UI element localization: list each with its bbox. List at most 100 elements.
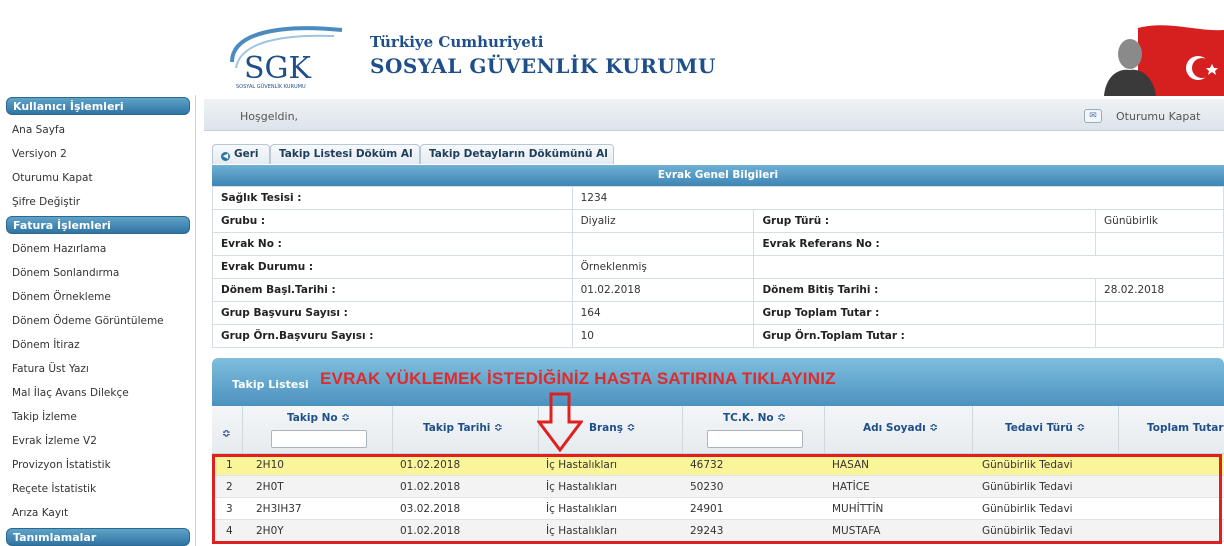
tck-no-cell: 46732 (690, 459, 724, 471)
tck-no-cell: 50230 (690, 481, 724, 493)
sgk-logo: SGK SOSYAL GÜVENLİK KURUMU (230, 26, 343, 90)
sidebar-item-mal-ilac-avans[interactable]: Mal İlaç Avans Dilekçe (12, 387, 129, 399)
takip-no-filter-input[interactable] (271, 430, 367, 448)
column-adi-soyadi-label[interactable]: Adı Soyadı ≎ (863, 422, 938, 434)
table-row[interactable]: 4 2H0Y 01.02.2018 İç Hastalıkları 29243 … (212, 520, 1224, 542)
sidebar-item-provizyon-istatistik[interactable]: Provizyon İstatistik (12, 459, 111, 471)
column-toplam-tutar: Toplam Tutar (1118, 406, 1224, 454)
takip-list-header: Takip Listesi EVRAK YÜKLEMEK İSTEDİĞİNİZ… (212, 358, 1224, 406)
table-row[interactable]: 1 2H10 01.02.2018 İç Hastalıkları 46732 … (212, 454, 1224, 476)
row-number: 3 (226, 503, 233, 515)
donem-baslangic-label: Dönem Başl.Tarihi : (212, 278, 573, 302)
grup-basvuru-value: 164 (571, 301, 755, 325)
grup-orn-toplam-value (1095, 324, 1224, 348)
back-button[interactable]: ◀ Geri (212, 144, 270, 164)
tck-no-cell: 29243 (690, 525, 724, 537)
info-panel-title: Evrak Genel Bilgileri (212, 165, 1224, 186)
grup-turu-value: Günübirlik (1095, 209, 1224, 233)
sidebar-item-evrak-izleme-v2[interactable]: Evrak İzleme V2 (12, 435, 97, 447)
column-takip-tarihi-label[interactable]: Takip Tarihi ≎ (423, 422, 503, 434)
back-label: Geri (234, 148, 259, 160)
column-tedavi-turu-label[interactable]: Tedavi Türü ≎ (1005, 422, 1085, 434)
donem-baslangic-value: 01.02.2018 (571, 278, 755, 302)
info-table: Sağlık Tesisi : 1234 Grubu : Diyaliz Gru… (212, 186, 1224, 348)
adi-soyadi-cell: MUSTAFA (832, 525, 881, 537)
column-brans-label[interactable]: Branş ≎ (589, 422, 635, 434)
sidebar-item-recete-istatistik[interactable]: Reçete İstatistik (12, 483, 96, 495)
sidebar-item-oturumu-kapat[interactable]: Oturumu Kapat (12, 172, 93, 184)
column-tedavi-turu: Tedavi Türü ≎ (972, 406, 1118, 454)
print-details-button[interactable]: Takip Detayların Dökümünü Al (420, 144, 614, 164)
saglik-tesisi-label: Sağlık Tesisi : (212, 186, 573, 210)
sidebar-item-sifre-degistir[interactable]: Şifre Değiştir (12, 196, 80, 208)
takip-tarihi-cell: 01.02.2018 (400, 459, 461, 471)
brans-cell: İç Hastalıkları (546, 503, 618, 515)
sidebar: Kullanıcı İşlemleri Ana Sayfa Versiyon 2… (0, 95, 196, 546)
sidebar-item-versiyon-2[interactable]: Versiyon 2 (12, 148, 67, 160)
row-number: 1 (226, 459, 233, 471)
flag-portrait-image (1104, 25, 1224, 96)
select-all-sort-icon[interactable]: ≎ (222, 428, 231, 440)
top-bar: Hoşgeldin, ✉ Oturumu Kapat (204, 99, 1224, 131)
page-header: SGK SOSYAL GÜVENLİK KURUMU Türkiye Cumhu… (0, 0, 1224, 96)
evrak-durumu-label: Evrak Durumu : (212, 255, 573, 279)
back-arrow-icon: ◀ (221, 152, 230, 161)
grup-turu-label: Grup Türü : (753, 209, 1097, 233)
column-toplam-tutar-label[interactable]: Toplam Tutar (1147, 422, 1224, 434)
sidebar-item-donem-hazirlama[interactable]: Dönem Hazırlama (12, 243, 106, 255)
column-takip-no: Takip No ≎ (242, 406, 392, 454)
tck-no-filter-input[interactable] (707, 430, 803, 448)
header-title-line1: Türkiye Cumhuriyeti (370, 33, 544, 51)
column-takip-tarihi: Takip Tarihi ≎ (392, 406, 538, 454)
sidebar-item-ana-sayfa[interactable]: Ana Sayfa (12, 124, 65, 136)
takip-no-cell: 2H10 (256, 459, 284, 471)
mail-icon[interactable]: ✉ (1084, 109, 1102, 123)
down-arrow-icon (537, 392, 583, 452)
grup-orn-basvuru-label: Grup Örn.Başvuru Sayısı : (212, 324, 573, 348)
sidebar-item-donem-ornekleme[interactable]: Dönem Örnekleme (12, 291, 111, 303)
tedavi-turu-cell: Günübirlik Tedavi (982, 503, 1073, 515)
sidebar-item-takip-izleme[interactable]: Takip İzleme (12, 411, 77, 423)
instruction-text: EVRAK YÜKLEMEK İSTEDİĞİNİZ HASTA SATIRIN… (320, 369, 836, 388)
table-row[interactable]: 3 2H3IH37 03.02.2018 İç Hastalıkları 249… (212, 498, 1224, 520)
sidebar-item-donem-sonlandirma[interactable]: Dönem Sonlandırma (12, 267, 119, 279)
takip-tarihi-cell: 01.02.2018 (400, 525, 461, 537)
sidebar-section-user[interactable]: Kullanıcı İşlemleri (6, 97, 190, 115)
logout-link[interactable]: Oturumu Kapat (1116, 110, 1200, 123)
column-tck-no: TC.K. No ≎ (682, 406, 824, 454)
row-number: 2 (226, 481, 233, 493)
takip-no-cell: 2H0T (256, 481, 284, 493)
saglik-tesisi-value: 1234 (571, 186, 1224, 210)
sidebar-section-fatura[interactable]: Fatura İşlemleri (6, 216, 190, 234)
grup-orn-toplam-label: Grup Örn.Toplam Tutar : (753, 324, 1097, 348)
header-title-line2: SOSYAL GÜVENLİK KURUMU (370, 54, 716, 78)
takip-no-cell: 2H3IH37 (256, 503, 302, 515)
print-list-button[interactable]: Takip Listesi Döküm Al (270, 144, 420, 164)
evrak-durumu-value: Örneklenmiş (571, 255, 755, 279)
brans-cell: İç Hastalıkları (546, 459, 618, 471)
tedavi-turu-cell: Günübirlik Tedavi (982, 525, 1073, 537)
column-tck-no-label[interactable]: TC.K. No ≎ (723, 412, 786, 424)
sidebar-item-fatura-ust-yazi[interactable]: Fatura Üst Yazı (12, 363, 89, 375)
takip-tarihi-cell: 03.02.2018 (400, 503, 461, 515)
evrak-no-value (571, 232, 755, 256)
evrak-referans-label: Evrak Referans No : (753, 232, 1097, 256)
grubu-value: Diyaliz (571, 209, 755, 233)
takip-no-cell: 2H0Y (256, 525, 284, 537)
grup-orn-basvuru-value: 10 (571, 324, 755, 348)
evrak-referans-value (1095, 232, 1224, 256)
takip-tarihi-cell: 01.02.2018 (400, 481, 461, 493)
sidebar-item-donem-itiraz[interactable]: Dönem İtiraz (12, 339, 80, 351)
column-takip-no-label[interactable]: Takip No ≎ (287, 412, 350, 424)
table-header: ≎ Takip No ≎ Takip Tarihi ≎ Branş ≎ TC.K… (212, 406, 1224, 454)
grubu-label: Grubu : (212, 209, 573, 233)
sidebar-item-ariza-kayit[interactable]: Arıza Kayıt (12, 507, 68, 519)
tck-no-cell: 24901 (690, 503, 724, 515)
sidebar-item-donem-odeme[interactable]: Dönem Ödeme Görüntüleme (12, 315, 164, 327)
table-row[interactable]: 2 2H0T 01.02.2018 İç Hastalıkları 50230 … (212, 476, 1224, 498)
adi-soyadi-cell: HATİCE (832, 481, 870, 493)
sidebar-section-tanimlamalar[interactable]: Tanımlamalar (6, 528, 190, 546)
adi-soyadi-cell: MUHİTTİN (832, 503, 884, 515)
takip-list-title: Takip Listesi (232, 378, 309, 391)
tedavi-turu-cell: Günübirlik Tedavi (982, 459, 1073, 471)
